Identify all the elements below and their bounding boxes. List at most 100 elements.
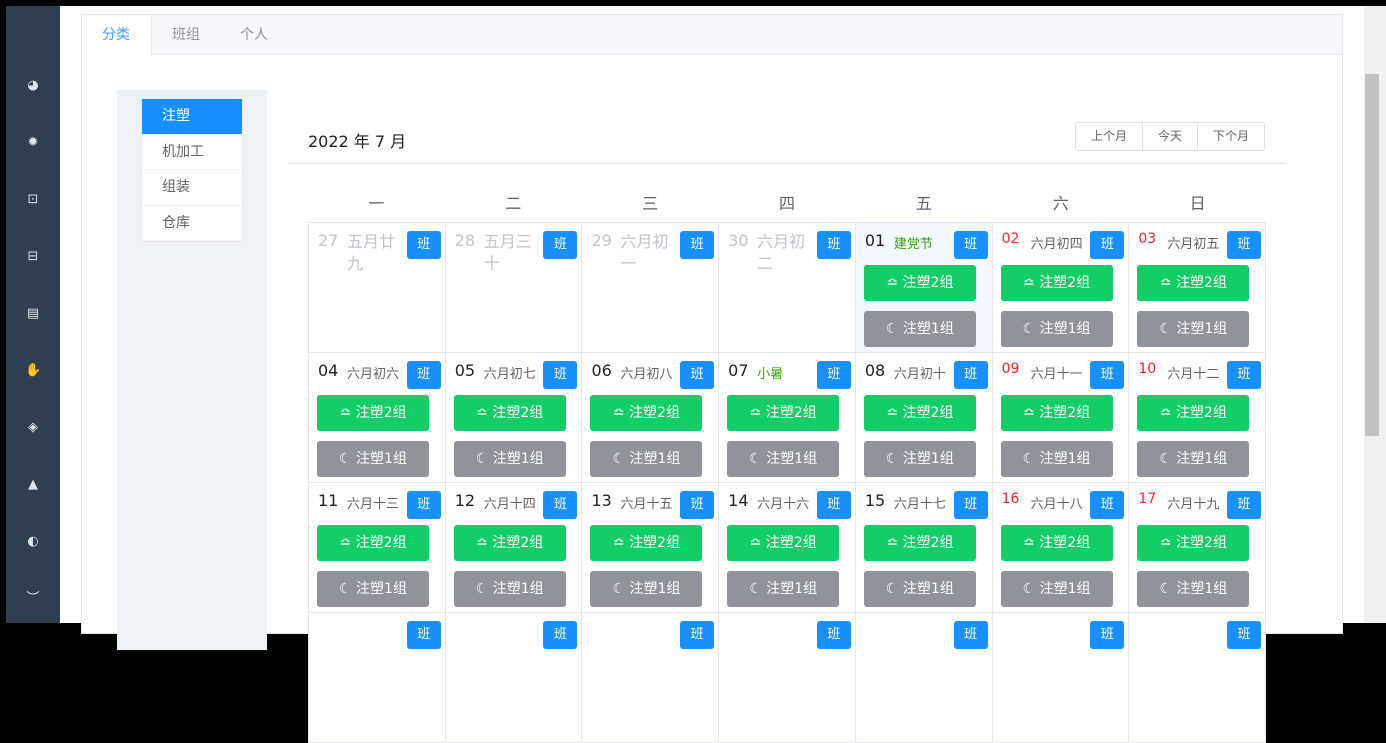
shift-badge[interactable]: 班 bbox=[953, 491, 988, 519]
day-shift-button[interactable]: ≏ 注塑2组 bbox=[1137, 265, 1250, 301]
shift-badge[interactable]: 班 bbox=[1090, 621, 1125, 649]
category-item[interactable]: 组装 bbox=[142, 170, 242, 206]
shift-badge[interactable]: 班 bbox=[543, 621, 578, 649]
day-shift-button[interactable]: ≏ 注塑2组 bbox=[590, 525, 703, 561]
day-shift-button[interactable]: ≏ 注塑2组 bbox=[1000, 395, 1113, 431]
shift-badge[interactable]: 班 bbox=[953, 361, 988, 389]
day-cell[interactable]: 06 六月初八班 ≏ 注塑2组 ☾ 注塑1组 bbox=[582, 353, 720, 483]
briefcase-icon[interactable]: ⊟ bbox=[25, 249, 41, 265]
day-cell[interactable]: 01 建党节 班 ≏ 注塑2组 ☾ 注塑1组 bbox=[855, 223, 993, 353]
shift-badge[interactable]: 班 bbox=[953, 621, 988, 649]
tab-2[interactable]: 个人 bbox=[220, 15, 288, 55]
thumb-icon[interactable]: ✋ bbox=[25, 363, 41, 379]
dashboard-icon[interactable]: ◕ bbox=[25, 78, 41, 94]
day-cell[interactable]: 05 六月初七班 ≏ 注塑2组 ☾ 注塑1组 bbox=[445, 353, 583, 483]
day-shift-button[interactable]: ≏ 注塑2组 bbox=[727, 525, 840, 561]
night-shift-button[interactable]: ☾ 注塑1组 bbox=[863, 441, 976, 477]
day-cell[interactable]: 03 六月初五班 ≏ 注塑2组 ☾ 注塑1组 bbox=[1129, 223, 1267, 353]
tab-1[interactable]: 班组 bbox=[152, 15, 220, 55]
day-cell[interactable]: 班 bbox=[855, 613, 993, 743]
next-month-button[interactable]: 下个月 bbox=[1198, 123, 1265, 150]
day-cell[interactable]: 班 bbox=[309, 613, 446, 743]
day-cell[interactable]: 12 六月十四班 ≏ 注塑2组 ☾ 注塑1组 bbox=[445, 483, 583, 613]
day-shift-button[interactable]: ≏ 注塑2组 bbox=[1000, 265, 1113, 301]
day-cell[interactable]: 30 六月初二班 bbox=[719, 223, 856, 353]
day-cell[interactable]: 班 bbox=[719, 613, 856, 743]
day-shift-button[interactable]: ≏ 注塑2组 bbox=[863, 265, 976, 301]
today-button[interactable]: 今天 bbox=[1143, 123, 1199, 150]
shift-badge[interactable]: 班 bbox=[680, 361, 715, 389]
day-cell[interactable]: 07 小暑 班 ≏ 注塑2组 ☾ 注塑1组 bbox=[719, 353, 856, 483]
day-shift-button[interactable]: ≏ 注塑2组 bbox=[590, 395, 703, 431]
shift-badge[interactable]: 班 bbox=[680, 491, 715, 519]
category-item[interactable]: 机加工 bbox=[142, 135, 242, 170]
day-cell[interactable]: 11 六月十三班 ≏ 注塑2组 ☾ 注塑1组 bbox=[309, 483, 446, 613]
day-cell[interactable]: 10 六月十二班 ≏ 注塑2组 ☾ 注塑1组 bbox=[1129, 353, 1267, 483]
day-cell[interactable]: 14 六月十六班 ≏ 注塑2组 ☾ 注塑1组 bbox=[719, 483, 856, 613]
day-cell[interactable]: 29 六月初一班 bbox=[582, 223, 720, 353]
night-shift-button[interactable]: ☾ 注塑1组 bbox=[317, 441, 429, 477]
night-shift-button[interactable]: ☾ 注塑1组 bbox=[317, 571, 429, 607]
day-cell[interactable]: 27 五月廿九班 bbox=[309, 223, 446, 353]
day-cell[interactable]: 09 六月十一班 ≏ 注塑2组 ☾ 注塑1组 bbox=[992, 353, 1130, 483]
scrollbar-thumb[interactable] bbox=[1365, 74, 1379, 436]
night-shift-button[interactable]: ☾ 注塑1组 bbox=[453, 441, 566, 477]
day-cell[interactable]: 13 六月十五班 ≏ 注塑2组 ☾ 注塑1组 bbox=[582, 483, 720, 613]
night-shift-button[interactable]: ☾ 注塑1组 bbox=[453, 571, 566, 607]
day-shift-button[interactable]: ≏ 注塑2组 bbox=[317, 395, 429, 431]
night-shift-button[interactable]: ☾ 注塑1组 bbox=[590, 571, 703, 607]
shift-badge[interactable]: 班 bbox=[1090, 491, 1125, 519]
day-cell[interactable]: 15 六月十七班 ≏ 注塑2组 ☾ 注塑1组 bbox=[855, 483, 993, 613]
night-shift-button[interactable]: ☾ 注塑1组 bbox=[863, 571, 976, 607]
night-shift-button[interactable]: ☾ 注塑1组 bbox=[727, 441, 840, 477]
day-shift-button[interactable]: ≏ 注塑2组 bbox=[863, 525, 976, 561]
night-shift-button[interactable]: ☾ 注塑1组 bbox=[590, 441, 703, 477]
day-shift-button[interactable]: ≏ 注塑2组 bbox=[453, 395, 566, 431]
shift-badge[interactable]: 班 bbox=[1227, 621, 1262, 649]
day-shift-button[interactable]: ≏ 注塑2组 bbox=[1000, 525, 1113, 561]
day-cell[interactable]: 02 六月初四班 ≏ 注塑2组 ☾ 注塑1组 bbox=[992, 223, 1130, 353]
day-shift-button[interactable]: ≏ 注塑2组 bbox=[317, 525, 429, 561]
day-cell[interactable]: 班 bbox=[445, 613, 583, 743]
shift-badge[interactable]: 班 bbox=[543, 231, 578, 259]
day-cell[interactable]: 班 bbox=[582, 613, 720, 743]
night-shift-button[interactable]: ☾ 注塑1组 bbox=[1000, 311, 1113, 347]
day-cell[interactable]: 28 五月三十班 bbox=[445, 223, 583, 353]
night-shift-button[interactable]: ☾ 注塑1组 bbox=[1000, 441, 1113, 477]
night-shift-button[interactable]: ☾ 注塑1组 bbox=[1137, 311, 1250, 347]
shift-badge[interactable]: 班 bbox=[543, 491, 578, 519]
day-shift-button[interactable]: ≏ 注塑2组 bbox=[863, 395, 976, 431]
shift-badge[interactable]: 班 bbox=[680, 231, 715, 259]
day-cell[interactable]: 08 六月初十班 ≏ 注塑2组 ☾ 注塑1组 bbox=[855, 353, 993, 483]
prev-month-button[interactable]: 上个月 bbox=[1076, 123, 1144, 150]
shift-badge[interactable]: 班 bbox=[816, 361, 851, 389]
document-icon[interactable]: ▤ bbox=[25, 306, 41, 322]
day-shift-button[interactable]: ≏ 注塑2组 bbox=[1137, 395, 1250, 431]
night-shift-button[interactable]: ☾ 注塑1组 bbox=[1000, 571, 1113, 607]
eye-icon[interactable]: ︶ bbox=[25, 591, 41, 607]
shift-badge[interactable]: 班 bbox=[1227, 231, 1262, 259]
category-item[interactable]: 注塑 bbox=[142, 99, 242, 135]
night-shift-button[interactable]: ☾ 注塑1组 bbox=[1137, 441, 1250, 477]
shift-badge[interactable]: 班 bbox=[816, 231, 851, 259]
shift-badge[interactable]: 班 bbox=[680, 621, 715, 649]
toggle-icon[interactable]: ◐ bbox=[25, 534, 41, 550]
tab-0[interactable]: 分类 bbox=[82, 15, 152, 56]
scrollbar[interactable] bbox=[1364, 6, 1386, 623]
lock-icon[interactable]: ▲ bbox=[25, 477, 41, 493]
shift-badge[interactable]: 班 bbox=[816, 491, 851, 519]
day-shift-button[interactable]: ≏ 注塑2组 bbox=[1137, 525, 1250, 561]
day-shift-button[interactable]: ≏ 注塑2组 bbox=[453, 525, 566, 561]
shift-badge[interactable]: 班 bbox=[543, 361, 578, 389]
settings-icon[interactable]: ✹ bbox=[25, 135, 41, 151]
night-shift-button[interactable]: ☾ 注塑1组 bbox=[863, 311, 976, 347]
box-icon[interactable]: ◈ bbox=[25, 420, 41, 436]
day-shift-button[interactable]: ≏ 注塑2组 bbox=[727, 395, 840, 431]
shift-badge[interactable]: 班 bbox=[406, 361, 441, 389]
monitor-icon[interactable]: ⊡ bbox=[25, 192, 41, 208]
shift-badge[interactable]: 班 bbox=[816, 621, 851, 649]
night-shift-button[interactable]: ☾ 注塑1组 bbox=[727, 571, 840, 607]
shift-badge[interactable]: 班 bbox=[953, 231, 988, 259]
shift-badge[interactable]: 班 bbox=[1227, 491, 1262, 519]
category-item[interactable]: 仓库 bbox=[142, 206, 242, 241]
